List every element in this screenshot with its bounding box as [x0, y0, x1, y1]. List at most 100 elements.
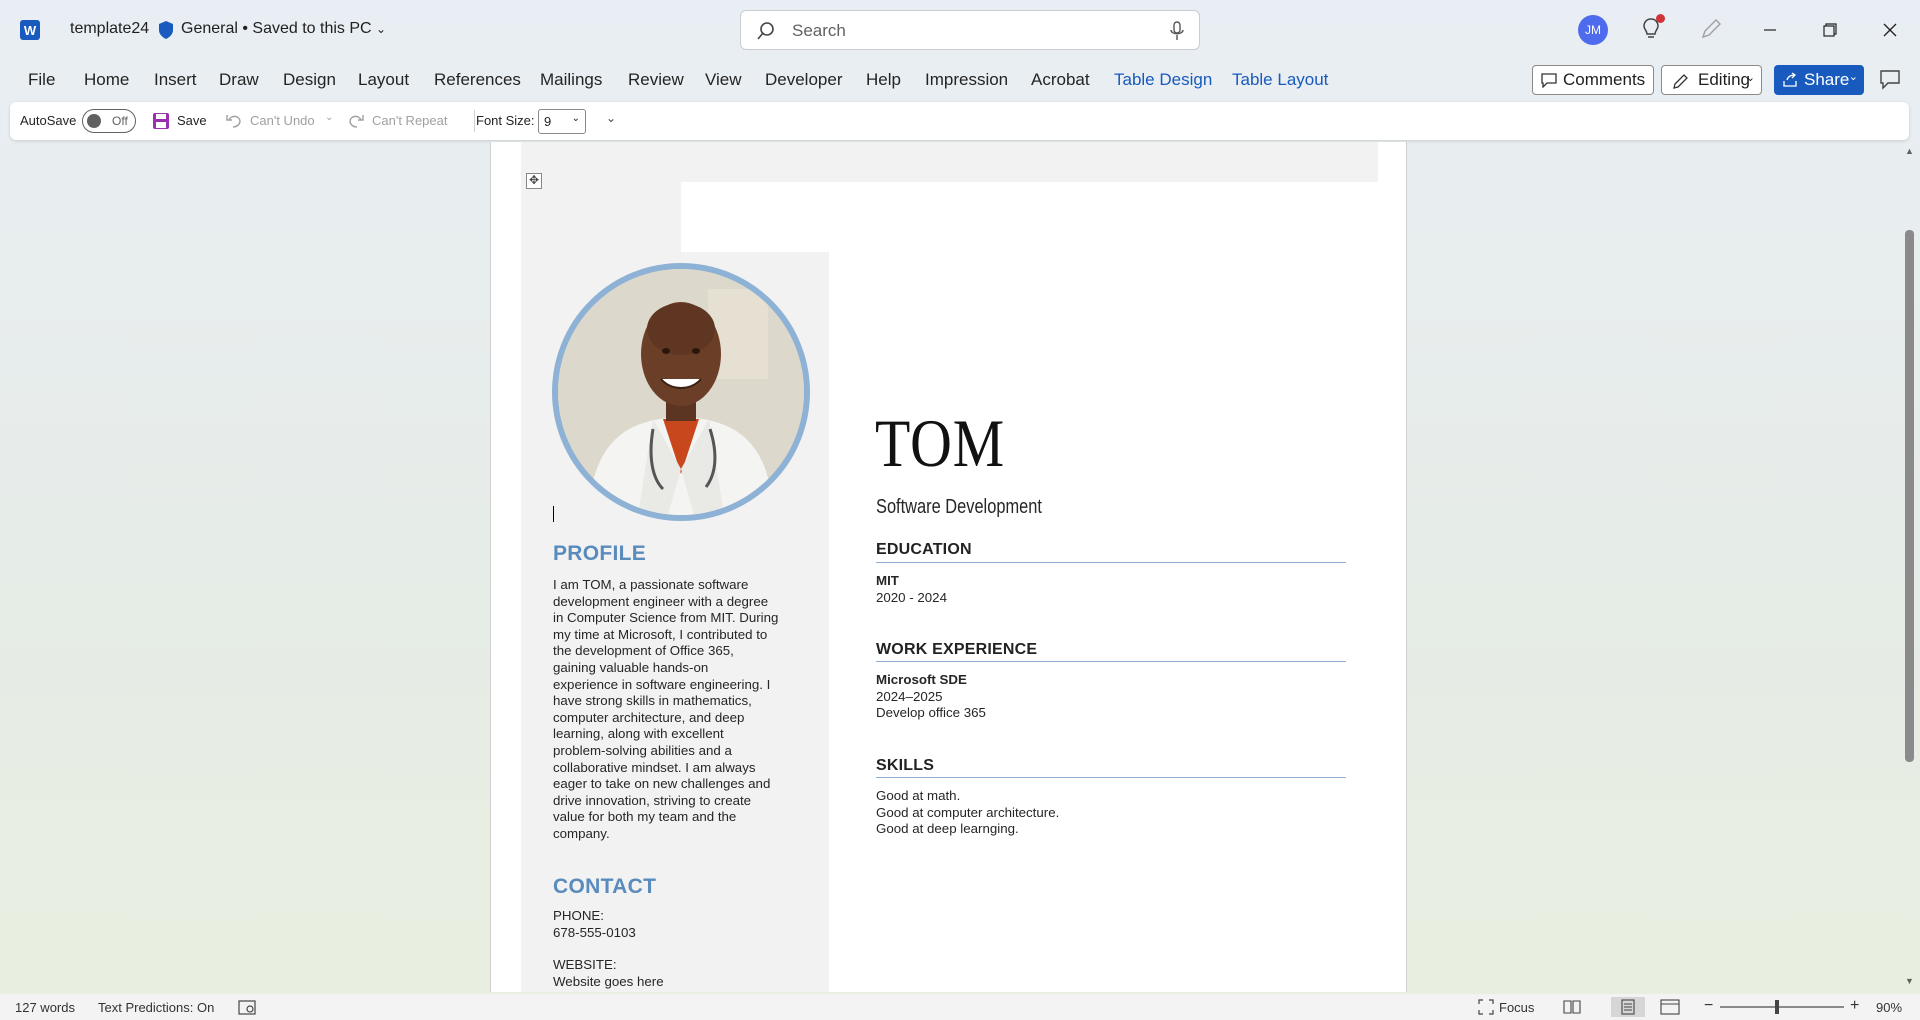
tab-view[interactable]: View — [705, 70, 742, 90]
share-button[interactable]: Share ⌄ — [1774, 65, 1864, 95]
profile-line: I am TOM, a passionate software — [553, 577, 749, 592]
profile-line: learning, along with excellent — [553, 726, 724, 742]
profile-line: in Computer Science from MIT. During — [553, 610, 779, 626]
profile-photo[interactable] — [552, 263, 810, 521]
profile-line: the development of Office 365, — [553, 643, 734, 659]
customize-toolbar-icon[interactable]: ⌄ — [606, 111, 616, 125]
word-count[interactable]: 127 words — [15, 1000, 75, 1015]
share-icon — [1783, 72, 1797, 87]
table-move-handle-icon[interactable]: ✥ — [526, 173, 542, 189]
tab-home[interactable]: Home — [84, 70, 129, 90]
skill-item: Good at computer architecture. — [876, 804, 1060, 820]
tab-table-layout[interactable]: Table Layout — [1232, 70, 1328, 90]
read-mode-icon[interactable] — [1561, 997, 1583, 1017]
resume-role[interactable]: Software Development — [876, 496, 1042, 519]
tab-references[interactable]: References — [434, 70, 521, 90]
web-layout-icon[interactable] — [1659, 997, 1681, 1017]
zoom-out-button[interactable]: − — [1704, 997, 1713, 1015]
phone-label: PHONE: — [553, 908, 604, 923]
tab-insert[interactable]: Insert — [154, 70, 197, 90]
save-button[interactable]: Save — [177, 113, 207, 128]
tab-review[interactable]: Review — [628, 70, 684, 90]
font-size-select[interactable]: 9 ⌄ — [538, 109, 586, 134]
education-entry[interactable]: MIT 2020 - 2024 — [876, 573, 947, 606]
document-title[interactable]: template24 — [70, 20, 149, 38]
pencil-icon — [1673, 74, 1688, 89]
tab-mailings[interactable]: Mailings — [540, 70, 602, 90]
work-description: Develop office 365 — [876, 705, 986, 721]
tab-developer[interactable]: Developer — [765, 70, 843, 90]
toggle-knob — [87, 114, 101, 128]
font-size-label: Font Size: — [476, 113, 535, 128]
user-avatar[interactable]: JM — [1578, 15, 1608, 45]
profile-line: my time at Microsoft, I contributed to — [553, 626, 768, 642]
profile-line: gaining valuable hands-on — [553, 659, 709, 675]
print-layout-icon — [1621, 999, 1635, 1015]
tab-layout[interactable]: Layout — [358, 70, 409, 90]
education-years: 2020 - 2024 — [876, 589, 947, 605]
contact-block[interactable]: PHONE: 678-555-0103 WEBSITE: Website goe… — [553, 908, 805, 990]
scroll-up-icon[interactable]: ▲ — [1905, 146, 1914, 156]
chevron-down-icon: ⌄ — [571, 113, 580, 124]
scrollbar-thumb[interactable] — [1905, 230, 1914, 762]
accessibility-icon[interactable] — [238, 1000, 256, 1015]
section-rule — [876, 661, 1346, 662]
save-icon[interactable] — [152, 112, 170, 130]
zoom-slider-track[interactable] — [1720, 1006, 1844, 1008]
word-app-icon: W — [20, 20, 40, 40]
tab-help[interactable]: Help — [866, 70, 901, 90]
tab-acrobat[interactable]: Acrobat — [1031, 70, 1090, 90]
tab-impression[interactable]: Impression — [925, 70, 1008, 90]
tab-file[interactable]: File — [28, 70, 55, 90]
undo-icon — [226, 115, 241, 128]
work-entry[interactable]: Microsoft SDE 2024–2025 Develop office 3… — [876, 672, 986, 722]
chevron-down-icon: ⌄ — [376, 22, 387, 36]
restore-icon[interactable] — [1817, 17, 1843, 43]
profile-heading: PROFILE — [553, 542, 647, 565]
minimize-icon[interactable] — [1757, 17, 1783, 43]
tab-draw[interactable]: Draw — [219, 70, 259, 90]
editing-mode-button[interactable]: Editing ⌄ — [1661, 65, 1762, 95]
focus-button[interactable]: Focus — [1499, 1000, 1534, 1015]
tab-design[interactable]: Design — [283, 70, 336, 90]
font-size-value: 9 — [544, 114, 552, 129]
search-box[interactable]: Search — [740, 10, 1200, 50]
title-bar: W template24 General • Saved to this PC … — [0, 0, 1920, 60]
comments-button[interactable]: Comments — [1532, 65, 1654, 95]
chevron-down-icon: ⌄ — [325, 112, 334, 123]
sensitivity-label[interactable]: General • Saved to this PC ⌄ — [181, 20, 386, 38]
autosave-toggle[interactable]: Off — [82, 109, 136, 133]
save-status: • Saved to this PC — [242, 20, 372, 37]
profile-line: computer architecture, and deep — [553, 709, 745, 725]
search-placeholder: Search — [792, 21, 846, 40]
profile-line: collaborative mindset. I am always — [553, 759, 756, 775]
profile-text[interactable]: I am TOM, a passionate software developm… — [553, 577, 805, 843]
doctor-portrait — [558, 269, 804, 515]
feedback-icon[interactable] — [1878, 68, 1902, 92]
scroll-down-icon[interactable]: ▼ — [1905, 976, 1914, 986]
text-predictions-status[interactable]: Text Predictions: On — [98, 1000, 214, 1015]
education-heading: EDUCATION — [876, 541, 972, 558]
close-icon[interactable] — [1877, 17, 1903, 43]
sensitivity-text: General — [181, 20, 238, 37]
zoom-slider-thumb[interactable] — [1775, 1000, 1779, 1014]
profile-line: have strong skills in mathematics, — [553, 693, 752, 709]
print-layout-view[interactable] — [1611, 997, 1645, 1017]
shield-icon — [159, 21, 173, 39]
zoom-level[interactable]: 90% — [1876, 1000, 1902, 1015]
tab-table-design[interactable]: Table Design — [1114, 70, 1212, 90]
phone-value: 678-555-0103 — [553, 924, 636, 940]
sidebar-curve — [521, 142, 681, 252]
zoom-in-button[interactable]: + — [1850, 997, 1859, 1015]
vertical-scrollbar[interactable]: ▲ ▼ — [1900, 142, 1920, 992]
comments-label: Comments — [1563, 70, 1646, 89]
microphone-icon[interactable] — [1169, 20, 1185, 42]
chevron-down-icon: ⌄ — [1848, 71, 1858, 83]
resume-name[interactable]: TOM — [875, 404, 1005, 483]
skills-heading: SKILLS — [876, 757, 935, 774]
work-heading: WORK EXPERIENCE — [876, 641, 1038, 658]
pen-icon[interactable] — [1698, 16, 1724, 42]
profile-line: value for both my team and the — [553, 809, 737, 825]
skills-list[interactable]: Good at math. Good at computer architect… — [876, 788, 1059, 838]
skill-item: Good at deep learnging. — [876, 821, 1019, 837]
